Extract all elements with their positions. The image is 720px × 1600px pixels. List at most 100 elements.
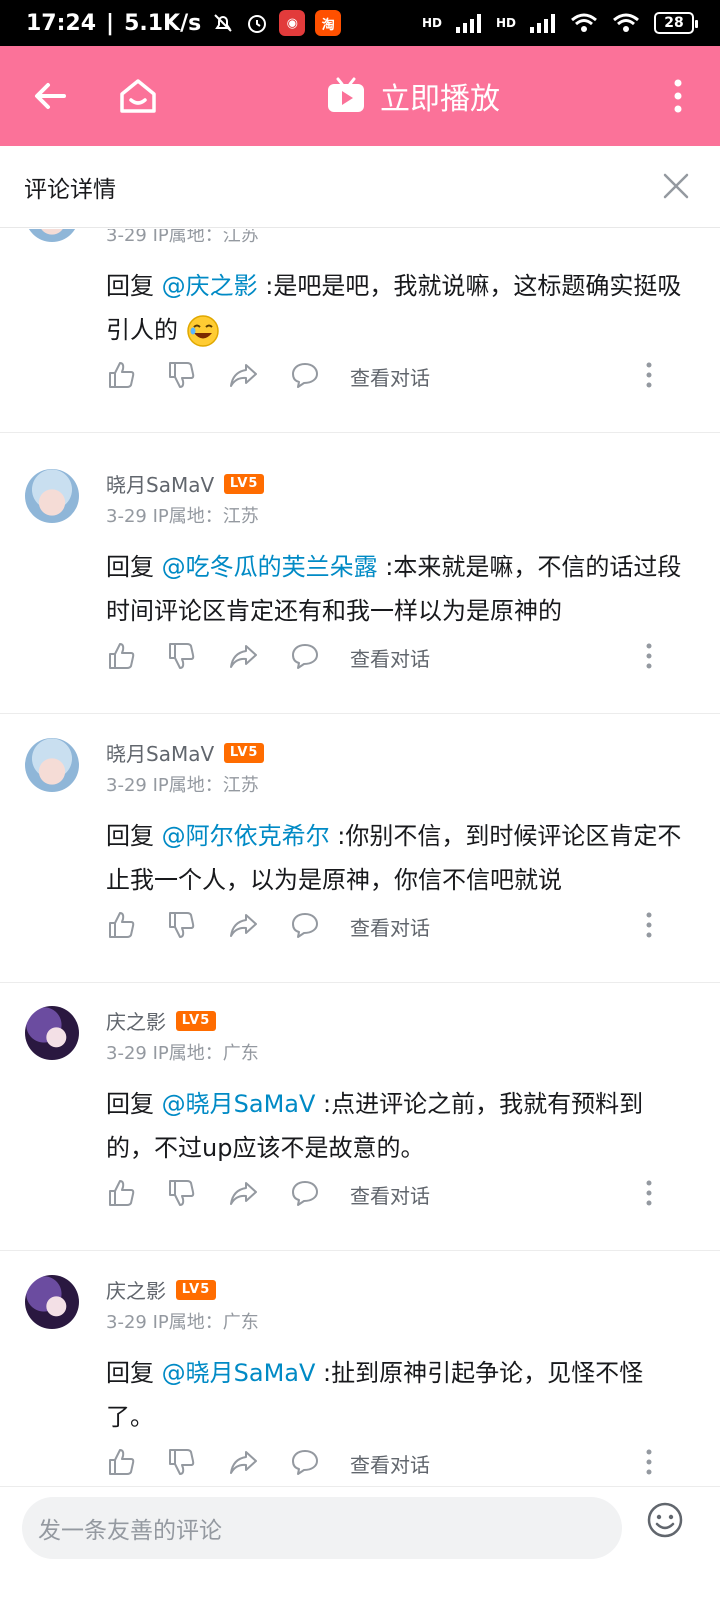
wifi-icon-2 [613,13,639,32]
comment-meta: 3-29 IP属地：广东 [106,1308,259,1334]
page-title: 评论详情 [24,176,116,203]
reply-prefix: 回复 [106,1090,162,1118]
signal-hd-label-2: HD [495,16,516,30]
reply-bubble-icon[interactable] [290,1178,320,1208]
more-vertical-icon[interactable] [642,641,656,671]
more-vertical-icon[interactable] [642,1178,656,1208]
comment-user-row: 庆之影 LV5 [106,1006,216,1035]
close-icon[interactable] [662,172,690,200]
level-badge: LV5 [224,742,265,763]
comment-actions: 查看对话 [106,906,666,946]
comment-ip: IP属地：江苏 [152,506,259,527]
username[interactable]: 晓月SaMaV [106,738,214,767]
comment-ip: IP属地：广东 [152,1312,259,1333]
comment-item: 庆之影 LV5 3-29 IP属地：广东 回复 @晓月SaMaV :扯到原神引起… [0,1251,720,1486]
thumbs-down-icon[interactable] [166,910,196,940]
thumbs-down-icon[interactable] [166,1447,196,1477]
comment-text: 回复 @阿尔依克希尔 :你别不信，到时候评论区肯定不止我一个人，以为是原神，你信… [106,814,691,902]
avatar[interactable] [25,1275,79,1329]
status-separator: | [106,10,115,36]
reply-bubble-icon[interactable] [290,910,320,940]
reply-prefix: 回复 [106,553,162,581]
more-vertical-icon[interactable] [642,1447,656,1477]
username[interactable]: 庆之影 [106,1006,166,1035]
comment-list[interactable]: 3-29 IP属地：江苏 回复 @庆之影 :是吧是吧，我就说嘛，这标题确实挺吸引… [0,229,720,1486]
reply-bubble-icon[interactable] [290,360,320,390]
status-speed: 5.1K/s [124,10,202,36]
level-badge: LV5 [224,473,265,494]
thumbs-down-icon[interactable] [166,360,196,390]
view-conversation-link[interactable]: 查看对话 [350,643,430,672]
mute-bell-icon [214,14,232,32]
share-icon[interactable] [228,641,258,671]
comment-date: 3-29 [106,1312,147,1333]
comment-meta: 3-29 IP属地：广东 [106,1039,259,1065]
comment-text: 回复 @晓月SaMaV :点进评论之前，我就有预料到的，不过up应该不是故意的。 [106,1082,691,1170]
comment-item: 3-29 IP属地：江苏 回复 @庆之影 :是吧是吧，我就说嘛，这标题确实挺吸引… [0,229,720,433]
view-conversation-link[interactable]: 查看对话 [350,912,430,941]
avatar[interactable] [25,1006,79,1060]
more-vertical-icon[interactable] [672,78,684,114]
mention-link[interactable]: @阿尔依克希尔 [162,822,330,850]
comment-actions: 查看对话 [106,1443,666,1483]
mention-link[interactable]: @晓月SaMaV [162,1090,316,1118]
more-vertical-icon[interactable] [642,910,656,940]
battery-indicator: 28 [654,12,698,34]
back-arrow-icon[interactable] [30,76,70,116]
play-now-button[interactable]: 立即播放 [326,46,500,146]
thumbs-down-icon[interactable] [166,1178,196,1208]
comment-text: 回复 @晓月SaMaV :扯到原神引起争论，见怪不怪了。 [106,1351,691,1439]
level-badge: LV5 [176,1279,216,1300]
reply-bubble-icon[interactable] [290,1447,320,1477]
comment-actions: 查看对话 [106,637,666,677]
comment-text: 回复 @庆之影 :是吧是吧，我就说嘛，这标题确实挺吸引人的 [106,264,691,352]
mention-link[interactable]: @吃冬瓜的芙兰朵露 [162,553,378,581]
comment-date: 3-29 [106,775,147,796]
signal-hd-label-1: HD [421,16,442,30]
netease-music-icon: ◉ [279,10,306,36]
level-badge: LV5 [176,1010,216,1031]
share-icon[interactable] [228,910,258,940]
reply-prefix: 回复 [106,822,162,850]
mention-link[interactable]: @晓月SaMaV [162,1359,316,1387]
comment-item: 晓月SaMaV LV5 3-29 IP属地：江苏 回复 @阿尔依克希尔 :你别不… [0,714,720,983]
comment-ip: IP属地：江苏 [152,229,259,246]
thumbs-up-icon[interactable] [106,1178,136,1208]
share-icon[interactable] [228,360,258,390]
reply-bubble-icon[interactable] [290,641,320,671]
avatar[interactable] [25,469,79,523]
thumbs-down-icon[interactable] [166,641,196,671]
avatar[interactable] [25,229,79,242]
comment-meta: 3-29 IP属地：江苏 [106,229,259,247]
share-icon[interactable] [228,1178,258,1208]
avatar[interactable] [25,738,79,792]
comment-user-row: 庆之影 LV5 [106,1275,216,1304]
thumbs-up-icon[interactable] [106,910,136,940]
reply-prefix: 回复 [106,1359,162,1387]
comment-date: 3-29 [106,1043,147,1064]
username[interactable]: 庆之影 [106,1275,166,1304]
comment-item: 晓月SaMaV LV5 3-29 IP属地：江苏 回复 @吃冬瓜的芙兰朵露 :本… [0,445,720,714]
share-icon[interactable] [228,1447,258,1477]
username[interactable]: 晓月SaMaV [106,469,214,498]
view-conversation-link[interactable]: 查看对话 [350,1180,430,1209]
view-conversation-link[interactable]: 查看对话 [350,362,430,391]
emoji-icon[interactable] [646,1501,684,1539]
laughing-emoji-icon [186,315,219,347]
thumbs-up-icon[interactable] [106,1447,136,1477]
alarm-icon [248,15,267,33]
comment-input[interactable]: 发一条友善的评论 [22,1497,622,1559]
more-vertical-icon[interactable] [642,360,656,390]
comment-user-row: 晓月SaMaV LV5 [106,738,265,767]
top-bar: 立即播放 [0,46,720,146]
view-conversation-link[interactable]: 查看对话 [350,1449,430,1478]
mention-link[interactable]: @庆之影 [162,272,258,300]
comment-meta: 3-29 IP属地：江苏 [106,771,259,797]
home-icon[interactable] [116,74,160,118]
comment-user-row: 晓月SaMaV LV5 [106,469,265,498]
comment-item: 庆之影 LV5 3-29 IP属地：广东 回复 @晓月SaMaV :点进评论之前… [0,982,720,1251]
comment-actions: 查看对话 [106,356,666,396]
thumbs-up-icon[interactable] [106,360,136,390]
thumbs-up-icon[interactable] [106,641,136,671]
tv-play-icon [328,77,364,112]
